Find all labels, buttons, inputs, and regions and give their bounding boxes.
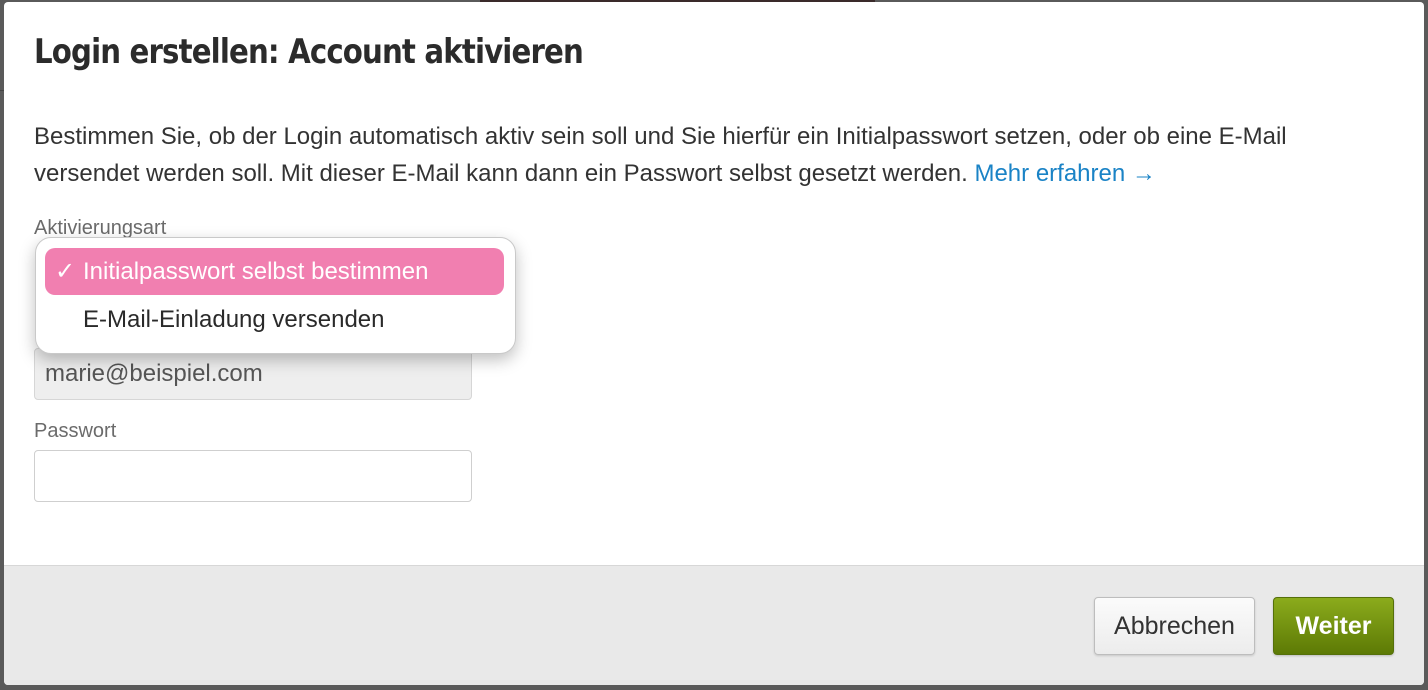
next-button[interactable]: Weiter bbox=[1273, 597, 1394, 655]
checkmark-icon: ✓ bbox=[55, 258, 76, 285]
dialog-title: Login erstellen: Account aktivieren bbox=[34, 32, 584, 72]
activate-account-dialog: Login erstellen: Account aktivieren Best… bbox=[4, 2, 1424, 685]
option-label: Initialpasswort selbst bestimmen bbox=[83, 258, 429, 285]
option-label: E-Mail-Einladung versenden bbox=[83, 306, 385, 333]
password-input[interactable] bbox=[34, 450, 472, 502]
option-initial-password[interactable]: ✓ Initialpasswort selbst bestimmen bbox=[45, 248, 504, 295]
email-field: marie@beispiel.com bbox=[34, 348, 472, 400]
cancel-button[interactable]: Abbrechen bbox=[1094, 597, 1255, 655]
dialog-footer: Abbrechen Weiter bbox=[4, 565, 1424, 685]
password-label: Passwort bbox=[34, 420, 117, 442]
learn-more-link[interactable]: Mehr erfahren → bbox=[974, 160, 1155, 187]
activation-type-dropdown: ✓ Initialpasswort selbst bestimmen E-Mai… bbox=[35, 237, 516, 354]
option-email-invitation[interactable]: E-Mail-Einladung versenden bbox=[45, 296, 504, 343]
dialog-description: Bestimmen Sie, ob der Login automatisch … bbox=[34, 118, 1374, 192]
